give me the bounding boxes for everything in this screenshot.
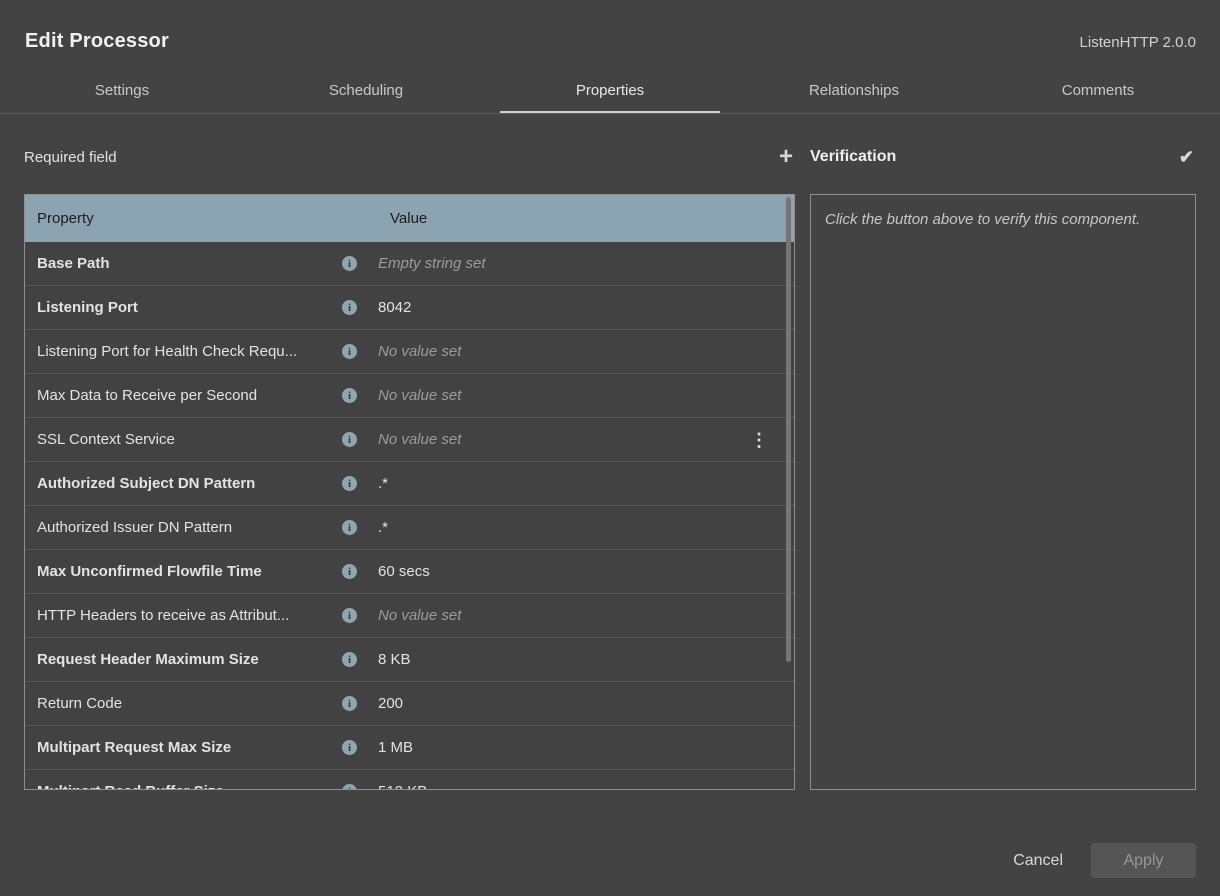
tab-comments[interactable]: Comments — [976, 69, 1220, 113]
table-row[interactable]: Listening Porti 8042 — [25, 286, 794, 330]
property-name: Listening Port for Health Check Requ... — [25, 343, 342, 360]
properties-table: Property Value Base PathiEmpty string se… — [24, 194, 795, 790]
info-icon[interactable]: i — [342, 256, 357, 271]
column-header-property: Property — [25, 210, 390, 227]
verification-section: Verification ✔ Click the button above to… — [810, 142, 1196, 790]
tab-properties[interactable]: Properties — [488, 69, 732, 113]
plus-icon: + — [779, 143, 793, 170]
dialog-title: Edit Processor — [25, 30, 169, 53]
info-icon[interactable]: i — [342, 696, 357, 711]
processor-type-version: ListenHTTP 2.0.0 — [1080, 34, 1196, 51]
table-row[interactable]: Request Header Maximum Sizei 8 KB — [25, 638, 794, 682]
info-icon[interactable]: i — [342, 476, 357, 491]
verification-results-panel: Click the button above to verify this co… — [810, 194, 1196, 790]
table-row[interactable]: Authorized Issuer DN Patterni .* — [25, 506, 794, 550]
property-name: Authorized Subject DN Pattern — [25, 475, 342, 492]
table-row[interactable]: Max Unconfirmed Flowfile Timei 60 secs — [25, 550, 794, 594]
table-row[interactable]: Return Codei 200 — [25, 682, 794, 726]
properties-section-header: Required field + — [24, 142, 795, 172]
apply-button[interactable]: Apply — [1091, 843, 1196, 878]
table-body: Base PathiEmpty string setListening Port… — [25, 242, 794, 790]
verification-label: Verification — [810, 148, 896, 166]
tab-scheduling[interactable]: Scheduling — [244, 69, 488, 113]
info-icon[interactable]: i — [342, 520, 357, 535]
property-value[interactable]: 512 KB — [378, 783, 794, 790]
column-header-value: Value — [390, 210, 794, 227]
add-property-button[interactable]: + — [777, 145, 795, 169]
verification-section-header: Verification ✔ — [810, 142, 1196, 172]
dialog-footer: Cancel Apply — [1011, 843, 1196, 878]
info-icon[interactable]: i — [342, 388, 357, 403]
verification-message: Click the button above to verify this co… — [825, 208, 1143, 232]
required-field-label: Required field — [24, 149, 117, 166]
table-header-row: Property Value — [25, 195, 794, 242]
info-icon[interactable]: i — [342, 740, 357, 755]
property-name: HTTP Headers to receive as Attribut... — [25, 607, 342, 624]
property-name: Multipart Request Max Size — [25, 739, 342, 756]
properties-section: Required field + Property Value Base Pat… — [24, 142, 795, 790]
property-value[interactable]: 1 MB — [378, 739, 794, 756]
property-name: Request Header Maximum Size — [25, 651, 342, 668]
property-value[interactable]: No value set — [378, 607, 794, 624]
checkmark-icon: ✔ — [1179, 147, 1194, 167]
property-name: Max Unconfirmed Flowfile Time — [25, 563, 342, 580]
edit-processor-dialog: Edit Processor ListenHTTP 2.0.0 Settings… — [0, 0, 1220, 790]
info-icon[interactable]: i — [342, 344, 357, 359]
table-scrollbar-thumb[interactable] — [786, 197, 791, 662]
property-name: Authorized Issuer DN Pattern — [25, 519, 342, 536]
dialog-body: Required field + Property Value Base Pat… — [0, 142, 1220, 790]
property-name: Listening Port — [25, 299, 342, 316]
property-name: SSL Context Service — [25, 431, 342, 448]
table-row[interactable]: Max Data to Receive per Secondi No value … — [25, 374, 794, 418]
property-value[interactable]: 60 secs — [378, 563, 794, 580]
info-icon[interactable]: i — [342, 652, 357, 667]
property-value[interactable]: .* — [378, 475, 794, 492]
dialog-header: Edit Processor ListenHTTP 2.0.0 — [0, 0, 1220, 53]
property-value[interactable]: .* — [378, 519, 794, 536]
property-value[interactable]: Empty string set — [378, 255, 794, 272]
tab-relationships[interactable]: Relationships — [732, 69, 976, 113]
property-name: Return Code — [25, 695, 342, 712]
property-name: Base Path — [25, 255, 342, 272]
property-value[interactable]: 8 KB — [378, 651, 794, 668]
table-row[interactable]: Multipart Request Max Sizei 1 MB — [25, 726, 794, 770]
table-row[interactable]: Base Pathi Empty string set — [25, 242, 794, 286]
property-name: Max Data to Receive per Second — [25, 387, 342, 404]
info-icon[interactable]: i — [342, 432, 357, 447]
verify-button[interactable]: ✔ — [1177, 148, 1196, 166]
property-value[interactable]: No value set — [378, 343, 794, 360]
table-row[interactable]: Multipart Read Buffer Sizei 512 KB — [25, 770, 794, 790]
info-icon[interactable]: i — [342, 300, 357, 315]
cancel-button[interactable]: Cancel — [1011, 846, 1065, 876]
property-value[interactable]: No value set — [378, 387, 794, 404]
property-value[interactable]: No value set — [378, 431, 744, 448]
property-name: Multipart Read Buffer Size — [25, 783, 342, 790]
property-value[interactable]: 8042 — [378, 299, 794, 316]
table-row[interactable]: Listening Port for Health Check Requ...i… — [25, 330, 794, 374]
table-row[interactable]: SSL Context ServiceiNo value set⋮ — [25, 418, 794, 462]
tab-bar: Settings Scheduling Properties Relations… — [0, 69, 1220, 114]
info-icon[interactable]: i — [342, 608, 357, 623]
info-icon[interactable]: i — [342, 784, 357, 790]
table-row[interactable]: Authorized Subject DN Patterni .* — [25, 462, 794, 506]
table-row[interactable]: HTTP Headers to receive as Attribut...i N… — [25, 594, 794, 638]
tab-settings[interactable]: Settings — [0, 69, 244, 113]
info-icon[interactable]: i — [342, 564, 357, 579]
property-value[interactable]: 200 — [378, 695, 794, 712]
